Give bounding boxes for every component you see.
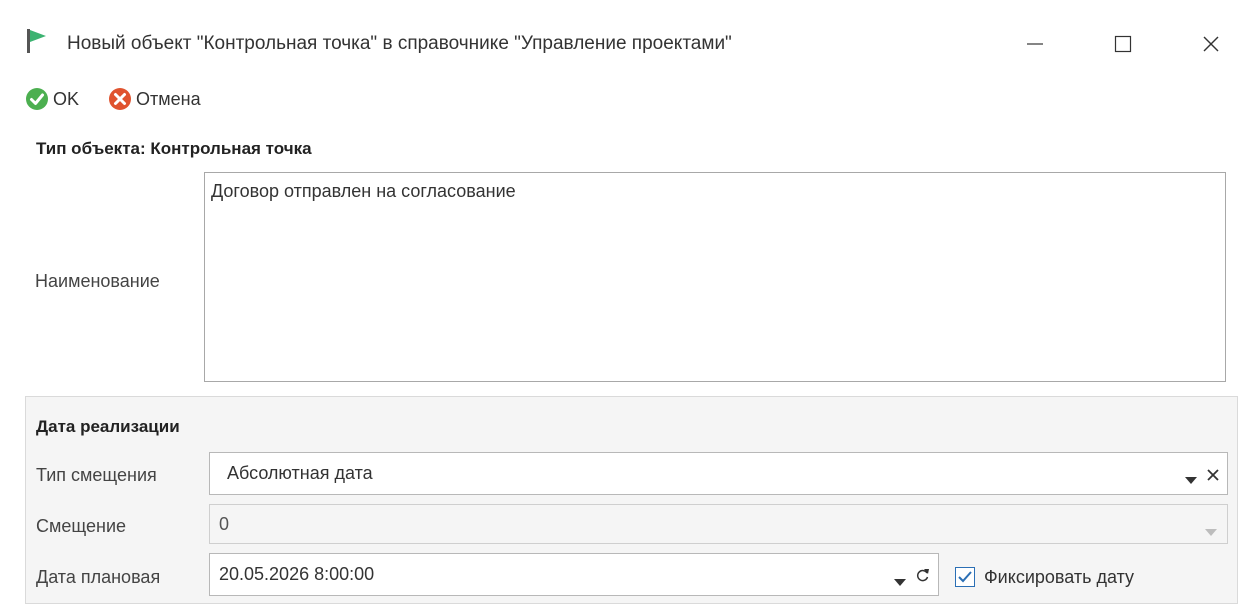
check-circle-icon (26, 88, 48, 110)
dropdown-arrow-icon (1205, 521, 1217, 542)
planned-date-value: 20.05.2026 8:00:00 (219, 564, 375, 584)
dropdown-arrow-icon[interactable] (894, 571, 906, 592)
date-group: Дата реализации Тип смещения Абсолютная … (25, 396, 1238, 604)
dropdown-arrow-icon[interactable] (1185, 469, 1197, 490)
offset-label: Смещение (36, 516, 127, 536)
name-value: Договор отправлен на согласование (211, 181, 516, 201)
fix-date-label[interactable]: Фиксировать дату (984, 567, 1134, 588)
planned-date-label: Дата плановая (36, 567, 161, 587)
ok-label: OK (53, 88, 80, 109)
name-textarea[interactable]: Договор отправлен на согласование (204, 172, 1226, 382)
checkmark-icon (958, 571, 972, 583)
minimize-icon (1027, 43, 1043, 45)
window-title: Новый объект "Контрольная точка" в справ… (67, 33, 732, 54)
cancel-circle-icon (109, 88, 131, 110)
planned-date-input[interactable]: 20.05.2026 8:00:00 (209, 553, 939, 596)
maximize-button[interactable] (1100, 22, 1146, 66)
date-group-title: Дата реализации (36, 417, 180, 436)
name-label: Наименование (35, 271, 160, 291)
maximize-icon (1114, 35, 1132, 53)
offset-type-value: Абсолютная дата (227, 463, 373, 483)
close-icon (1203, 36, 1219, 52)
clear-icon[interactable] (1206, 466, 1220, 487)
close-button[interactable] (1188, 22, 1234, 66)
object-type-heading: Тип объекта: Контрольная точка (36, 139, 312, 158)
offset-type-label: Тип смещения (36, 465, 157, 485)
fix-date-checkbox[interactable] (955, 567, 975, 587)
flag-icon (26, 28, 48, 59)
ok-button[interactable]: OK (25, 84, 79, 114)
offset-type-select[interactable]: Абсолютная дата (209, 452, 1228, 495)
refresh-icon[interactable] (916, 567, 930, 588)
offset-value: 0 (219, 513, 230, 534)
cancel-button[interactable]: Отмена (108, 84, 201, 114)
minimize-button[interactable] (1012, 22, 1058, 66)
offset-select[interactable]: 0 (209, 504, 1228, 544)
cancel-label: Отмена (136, 88, 201, 109)
